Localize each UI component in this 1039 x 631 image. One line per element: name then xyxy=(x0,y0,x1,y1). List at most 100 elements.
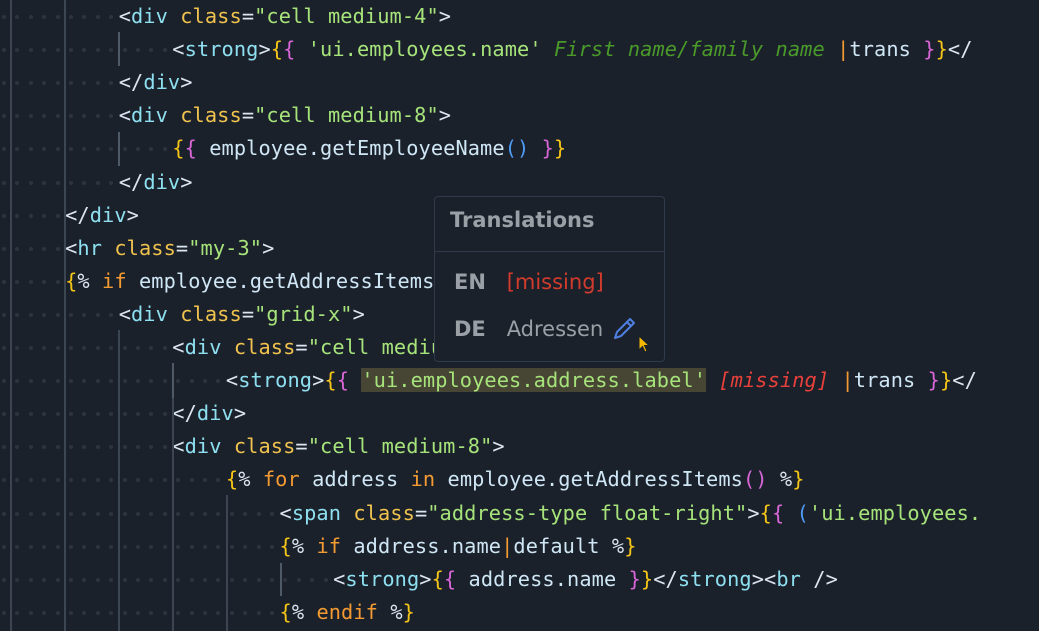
code-token: strong xyxy=(184,37,259,62)
code-line[interactable]: <strong>{{ 'ui.employees.address.label' … xyxy=(226,364,977,397)
code-token: /> xyxy=(813,566,838,591)
code-token: class xyxy=(233,434,296,459)
code-line[interactable]: <div class="grid-x"> xyxy=(119,298,365,331)
code-token: </ xyxy=(118,169,144,194)
code-token: > xyxy=(419,566,432,591)
code-line[interactable]: {{ employee.getEmployeeName() }} xyxy=(172,132,566,165)
code-token: for xyxy=(262,467,300,492)
code-line[interactable]: <span class="address-type float-right">{… xyxy=(280,497,982,530)
code-token: | xyxy=(841,368,854,393)
code-line[interactable]: </div> xyxy=(119,166,193,199)
pencil-edit-icon[interactable] xyxy=(611,316,637,342)
code-token: } xyxy=(628,566,641,591)
code-token: { xyxy=(279,533,292,558)
code-token: { xyxy=(771,500,785,525)
code-line[interactable]: {% if address.name|default %} xyxy=(280,530,637,563)
code-token: = xyxy=(295,335,308,359)
code-token: "my-3" xyxy=(188,235,263,260)
code-token: hr xyxy=(77,235,103,260)
code-token: class xyxy=(114,235,176,260)
indent-guide xyxy=(10,0,12,631)
code-line[interactable]: <strong>{{ address.name }}</strong><br /… xyxy=(333,563,838,596)
code-token: } xyxy=(541,136,554,161)
code-token: = xyxy=(295,434,308,459)
indent-guide xyxy=(226,495,228,631)
code-token: "grid-x" xyxy=(254,301,353,326)
mouse-cursor-icon xyxy=(638,335,651,353)
code-token: br xyxy=(776,566,801,591)
code-token: class xyxy=(180,301,242,326)
code-token: < xyxy=(279,500,292,525)
code-token: { xyxy=(324,368,337,393)
code-token: { xyxy=(283,37,296,62)
code-token: class xyxy=(233,335,296,359)
code-token: > xyxy=(126,202,139,227)
code-token: { xyxy=(225,467,239,492)
code-token: if xyxy=(102,268,127,293)
code-token: % xyxy=(238,467,251,492)
code-token: { xyxy=(443,566,457,591)
code-line[interactable]: {% for address in employee.getAddressIte… xyxy=(226,463,805,496)
code-token: 'ui.employees. xyxy=(808,500,982,525)
code-token: > xyxy=(312,368,325,393)
code-token: } xyxy=(935,37,948,62)
code-token: > xyxy=(180,169,193,194)
code-token: > xyxy=(492,434,505,459)
code-token: } xyxy=(553,136,567,161)
code-token: { xyxy=(65,268,78,293)
code-token: div xyxy=(131,301,168,326)
code-token: "cell medium-8" xyxy=(254,103,439,128)
code-line[interactable]: <hr class="my-3"> xyxy=(65,232,274,265)
code-line[interactable]: <div class="cell medium-8"> xyxy=(172,430,504,463)
code-line[interactable]: </div> xyxy=(65,199,139,232)
code-token: 'ui.employees.name' xyxy=(307,37,542,62)
indent-guide xyxy=(172,363,174,398)
code-line[interactable]: </div> xyxy=(172,397,246,430)
code-line[interactable]: </div> xyxy=(119,66,193,99)
code-token: employee.getAddressItems xyxy=(447,467,743,492)
code-token: % xyxy=(390,599,403,624)
code-line[interactable]: <div class="cell medium-8"> xyxy=(119,99,451,132)
code-token: % xyxy=(611,533,625,558)
indent-guide xyxy=(118,330,120,631)
code-token: > xyxy=(747,500,760,525)
code-token: employee.getEmployeeName xyxy=(209,136,505,161)
code-token: First name/family name xyxy=(553,37,825,62)
indent-guide xyxy=(280,563,282,596)
code-token: endif xyxy=(316,599,378,624)
translations-popup: Translations EN [missing] DE Adressen xyxy=(434,196,665,362)
code-token: } xyxy=(927,368,940,393)
code-token: < xyxy=(333,566,346,591)
code-token: address xyxy=(312,467,399,492)
code-line[interactable]: <strong>{{ 'ui.employees.name' First nam… xyxy=(172,33,972,66)
code-line[interactable]: {% endif %} xyxy=(280,596,415,629)
translation-value: [missing] xyxy=(506,270,604,294)
code-token: () xyxy=(504,136,530,161)
code-line[interactable]: <div class="cell medium-4"> xyxy=(119,0,451,33)
code-token: = xyxy=(241,103,255,128)
code-token: | xyxy=(837,37,850,62)
code-token: div xyxy=(196,401,234,426)
code-token: class xyxy=(353,500,415,525)
indent-guide xyxy=(118,32,120,66)
code-token: trans xyxy=(853,368,916,393)
code-token: < xyxy=(118,103,131,128)
code-token: 'ui.employees.address.label' xyxy=(361,368,707,393)
indent-guide xyxy=(172,363,174,631)
